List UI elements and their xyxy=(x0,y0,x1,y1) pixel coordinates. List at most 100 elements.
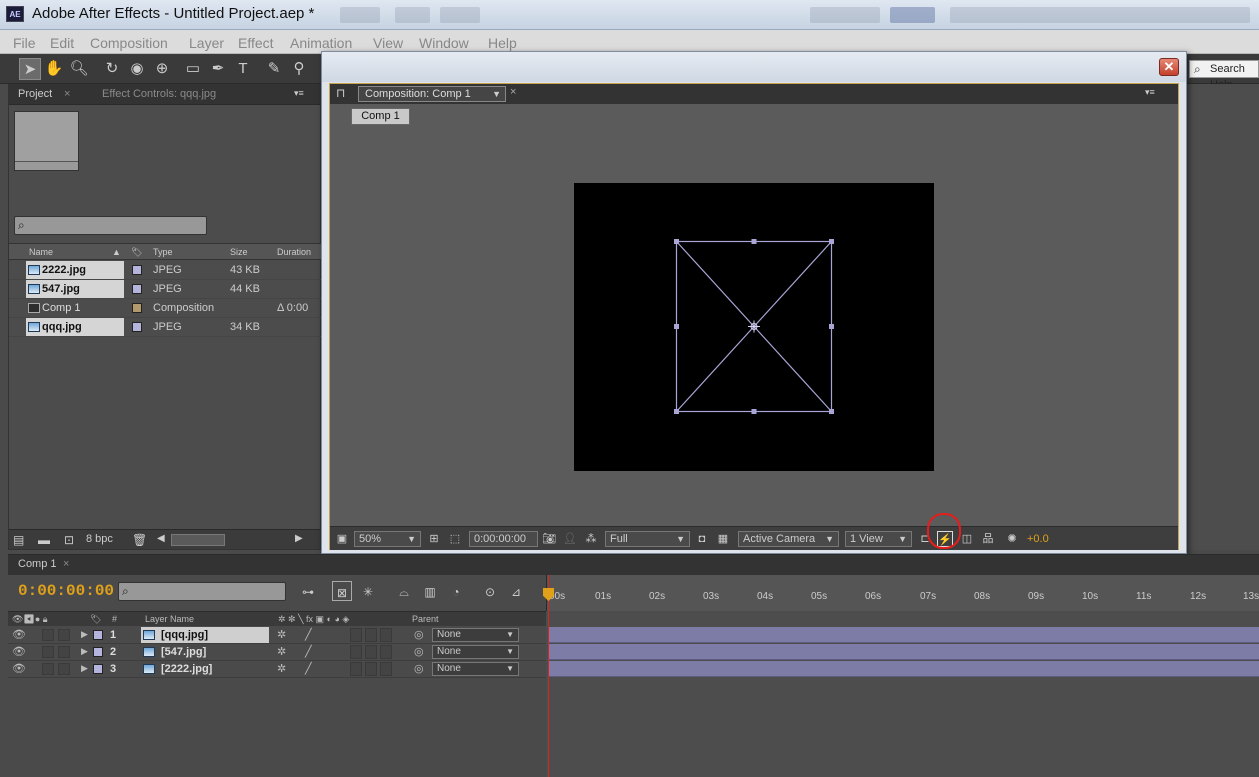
audio-toggle[interactable] xyxy=(42,663,54,675)
title-action-safe-icon[interactable]: ⊞ xyxy=(426,531,442,547)
label-color-swatch[interactable] xyxy=(132,303,142,313)
label-color-swatch[interactable] xyxy=(93,664,103,674)
live-update-icon[interactable]: ⊠ xyxy=(332,581,352,601)
effect-switch[interactable] xyxy=(350,628,362,642)
eye-icon[interactable]: 👁︎ xyxy=(12,645,26,658)
effect-switch[interactable] xyxy=(350,645,362,659)
show-snapshot-icon[interactable]: 👤︎ xyxy=(562,531,578,547)
menu-composition[interactable]: Composition xyxy=(90,35,168,51)
project-search-input[interactable]: ⌕ xyxy=(14,216,207,235)
magnification-dropdown[interactable]: 50% ▼ xyxy=(354,531,421,547)
audio-toggle[interactable] xyxy=(42,646,54,658)
graph-editor-icon[interactable]: ⊿ xyxy=(506,581,526,601)
column-size[interactable]: Size xyxy=(230,247,248,257)
lock-toggle[interactable] xyxy=(58,663,70,675)
pickwhip-icon[interactable]: ◎ xyxy=(414,628,424,641)
layer-name[interactable]: [2222.jpg] xyxy=(141,661,269,677)
project-item-row[interactable]: 2222.jpg JPEG 43 KB xyxy=(9,261,322,280)
label-color-swatch[interactable] xyxy=(132,322,142,332)
channels-icon[interactable]: ⁂ xyxy=(583,531,599,547)
eye-icon[interactable]: 👁︎ xyxy=(12,628,26,641)
zoom-tool-icon[interactable]: 🔍︎ xyxy=(68,58,90,80)
label-column-icon[interactable]: 🏷︎ xyxy=(131,247,142,258)
layer-row[interactable]: 👁︎ ▶ 2 [547.jpg] ✲ ╱ ◎ None ▼ xyxy=(8,644,546,661)
interpret-footage-icon[interactable]: ▤ xyxy=(13,533,24,547)
label-color-swatch[interactable] xyxy=(132,265,142,275)
lock-toggle[interactable] xyxy=(58,646,70,658)
exposure-value[interactable]: +0.0 xyxy=(1027,533,1049,545)
always-preview-icon[interactable]: ▣ xyxy=(334,531,350,547)
frame-blending-icon[interactable]: ▥ xyxy=(420,581,440,601)
resolution-dropdown[interactable]: Full ▼ xyxy=(605,531,690,547)
menu-layer[interactable]: Layer xyxy=(189,35,224,51)
tab-timeline-comp[interactable]: Comp 1 xyxy=(18,558,57,570)
brainstorm-icon[interactable]: ⊙ xyxy=(480,581,500,601)
current-time-display[interactable]: 0:00:00:00 xyxy=(469,531,538,547)
layer-name[interactable]: [547.jpg] xyxy=(141,644,269,660)
tab-project[interactable]: Project xyxy=(18,88,52,100)
project-item-name[interactable]: 547.jpg xyxy=(26,280,124,298)
label-color-swatch[interactable] xyxy=(93,630,103,640)
menu-file[interactable]: File xyxy=(13,35,36,51)
frame-blend-switch[interactable] xyxy=(365,645,377,659)
pan-behind-tool-icon[interactable]: ⊕ xyxy=(151,58,173,80)
column-name[interactable]: Name xyxy=(29,247,53,257)
label-color-swatch[interactable] xyxy=(132,284,142,294)
horizontal-scrollbar-thumb[interactable] xyxy=(171,534,225,546)
rectangle-tool-icon[interactable]: ▭ xyxy=(182,58,204,80)
camera-orbit-tool-icon[interactable]: ◉ xyxy=(126,58,148,80)
search-help-field[interactable]: ⌕ Search Help xyxy=(1189,60,1259,91)
layer-duration-bar[interactable] xyxy=(549,627,1259,643)
audio-toggle[interactable] xyxy=(42,629,54,641)
project-item-name[interactable]: qqq.jpg xyxy=(26,318,124,336)
composition-canvas[interactable] xyxy=(574,183,934,471)
trash-icon[interactable]: 🗑︎ xyxy=(132,533,147,547)
menu-window[interactable]: Window xyxy=(419,35,469,51)
scroll-right-icon[interactable]: ▶ xyxy=(295,533,303,544)
project-item-name[interactable]: Comp 1 xyxy=(26,299,124,317)
selection-tool-icon[interactable]: ➤ xyxy=(19,58,41,80)
flowchart-icon[interactable]: 品 xyxy=(980,531,996,547)
expand-triangle-icon[interactable]: ▶ xyxy=(81,646,88,657)
column-type[interactable]: Type xyxy=(153,247,173,257)
snapshot-camera-icon[interactable]: 📷︎ xyxy=(541,531,557,547)
transparency-grid-icon[interactable]: ▦ xyxy=(715,531,731,547)
current-time-indicator[interactable] xyxy=(548,575,549,777)
expand-triangle-icon[interactable]: ▶ xyxy=(81,629,88,640)
region-of-interest-icon[interactable]: ◘ xyxy=(694,531,710,547)
time-ruler[interactable]: 00s 01s 02s 03s 04s 05s 06s 07s 08s 09s … xyxy=(546,575,1259,611)
layer-row[interactable]: 👁︎ ▶ 1 [qqq.jpg] ✲ ╱ ◎ None ▼ xyxy=(8,627,546,644)
effect-switch[interactable] xyxy=(350,662,362,676)
column-layer-name[interactable]: Layer Name xyxy=(145,614,194,624)
motion-blur-switch[interactable] xyxy=(380,662,392,676)
current-time[interactable]: 0:00:00:00 xyxy=(18,582,114,600)
breadcrumb[interactable]: Comp 1 xyxy=(351,108,410,125)
panel-menu-icon[interactable]: ▾≡ xyxy=(1145,87,1155,98)
composition-window-titlebar[interactable] xyxy=(322,52,1186,82)
motion-blur-icon[interactable]: ◔ xyxy=(446,581,466,601)
menu-effect[interactable]: Effect xyxy=(238,35,274,51)
menu-help[interactable]: Help xyxy=(488,35,517,51)
project-item-name[interactable]: 2222.jpg xyxy=(26,261,124,279)
parent-dropdown[interactable]: None ▼ xyxy=(432,628,519,642)
panel-menu-icon[interactable]: ▾≡ xyxy=(294,88,304,99)
clone-stamp-tool-icon[interactable]: ⚲ xyxy=(288,58,310,80)
lock-icon[interactable]: ⊓ xyxy=(336,86,345,100)
new-composition-icon[interactable]: ⊡ xyxy=(64,533,74,547)
layer-duration-bar[interactable] xyxy=(549,661,1259,677)
layer-duration-bar[interactable] xyxy=(549,644,1259,660)
expand-triangle-icon[interactable]: ▶ xyxy=(81,663,88,674)
tab-effect-controls[interactable]: Effect Controls: qqq.jpg xyxy=(102,88,216,100)
project-item-row[interactable]: qqq.jpg JPEG 34 KB xyxy=(9,318,322,337)
tab-composition[interactable]: Composition: Comp 1 ▼ xyxy=(358,86,506,102)
project-item-row[interactable]: Comp 1 Composition Δ 0:00 xyxy=(9,299,322,318)
column-parent[interactable]: Parent xyxy=(412,614,439,624)
layer-bounding-box[interactable] xyxy=(574,183,934,471)
layer-name[interactable]: [qqq.jpg] xyxy=(141,627,269,643)
parent-dropdown[interactable]: None ▼ xyxy=(432,662,519,676)
quality-switch-icon[interactable]: ╱ xyxy=(305,645,312,658)
tab-project-close-icon[interactable]: × xyxy=(64,88,70,100)
hide-shy-layers-icon[interactable]: ⌓ xyxy=(394,581,414,601)
frame-blend-switch[interactable] xyxy=(365,628,377,642)
timeline-icon[interactable]: ◫ xyxy=(959,531,975,547)
